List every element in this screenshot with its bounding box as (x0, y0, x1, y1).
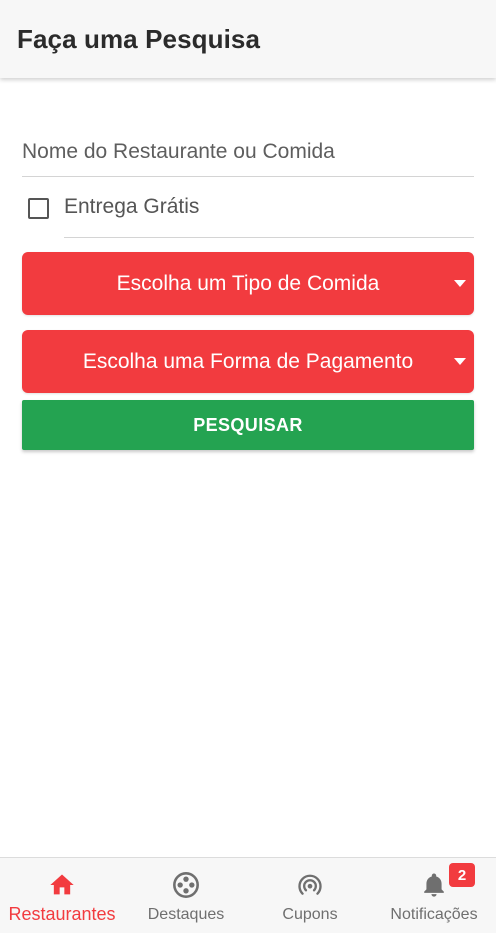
highlights-icon (171, 870, 201, 900)
nav-item-highlights[interactable]: Destaques (124, 858, 248, 933)
caret-down-icon (454, 357, 466, 365)
nav-item-label: Notificações (390, 906, 478, 923)
payment-method-select[interactable]: Escolha uma Forma de Pagamento (22, 330, 474, 393)
caret-down-icon (454, 279, 466, 287)
nav-item-label: Restaurantes (8, 904, 116, 924)
app-header: Faça uma Pesquisa (0, 0, 496, 78)
payment-method-select-label: Escolha uma Forma de Pagamento (82, 349, 414, 373)
nav-item-restaurants[interactable]: Restaurantes (0, 858, 124, 933)
nav-item-label: Cupons (282, 906, 338, 923)
nav-item-coupons[interactable]: Cupons (248, 858, 372, 933)
search-button[interactable]: PESQUISAR (22, 400, 474, 450)
divider (64, 237, 474, 238)
free-delivery-checkbox[interactable] (28, 198, 49, 219)
search-input[interactable] (22, 130, 474, 174)
bell-icon (419, 870, 449, 900)
search-field[interactable] (22, 130, 474, 177)
bottom-navigation: Restaurantes Destaques Cupons Notificaçõ… (0, 857, 496, 933)
broadcast-icon (295, 870, 325, 900)
food-type-select-label: Escolha um Tipo de Comida (116, 271, 380, 295)
notification-badge: 2 (449, 863, 475, 887)
free-delivery-row[interactable]: Entrega Grátis (22, 190, 474, 238)
search-button-label: PESQUISAR (193, 414, 303, 435)
nav-item-notifications[interactable]: Notificações (372, 858, 496, 933)
home-icon (47, 870, 77, 900)
page-title: Faça uma Pesquisa (17, 23, 261, 54)
free-delivery-label[interactable]: Entrega Grátis (64, 195, 199, 219)
food-type-select[interactable]: Escolha um Tipo de Comida (22, 252, 474, 315)
nav-item-label: Destaques (147, 906, 225, 923)
